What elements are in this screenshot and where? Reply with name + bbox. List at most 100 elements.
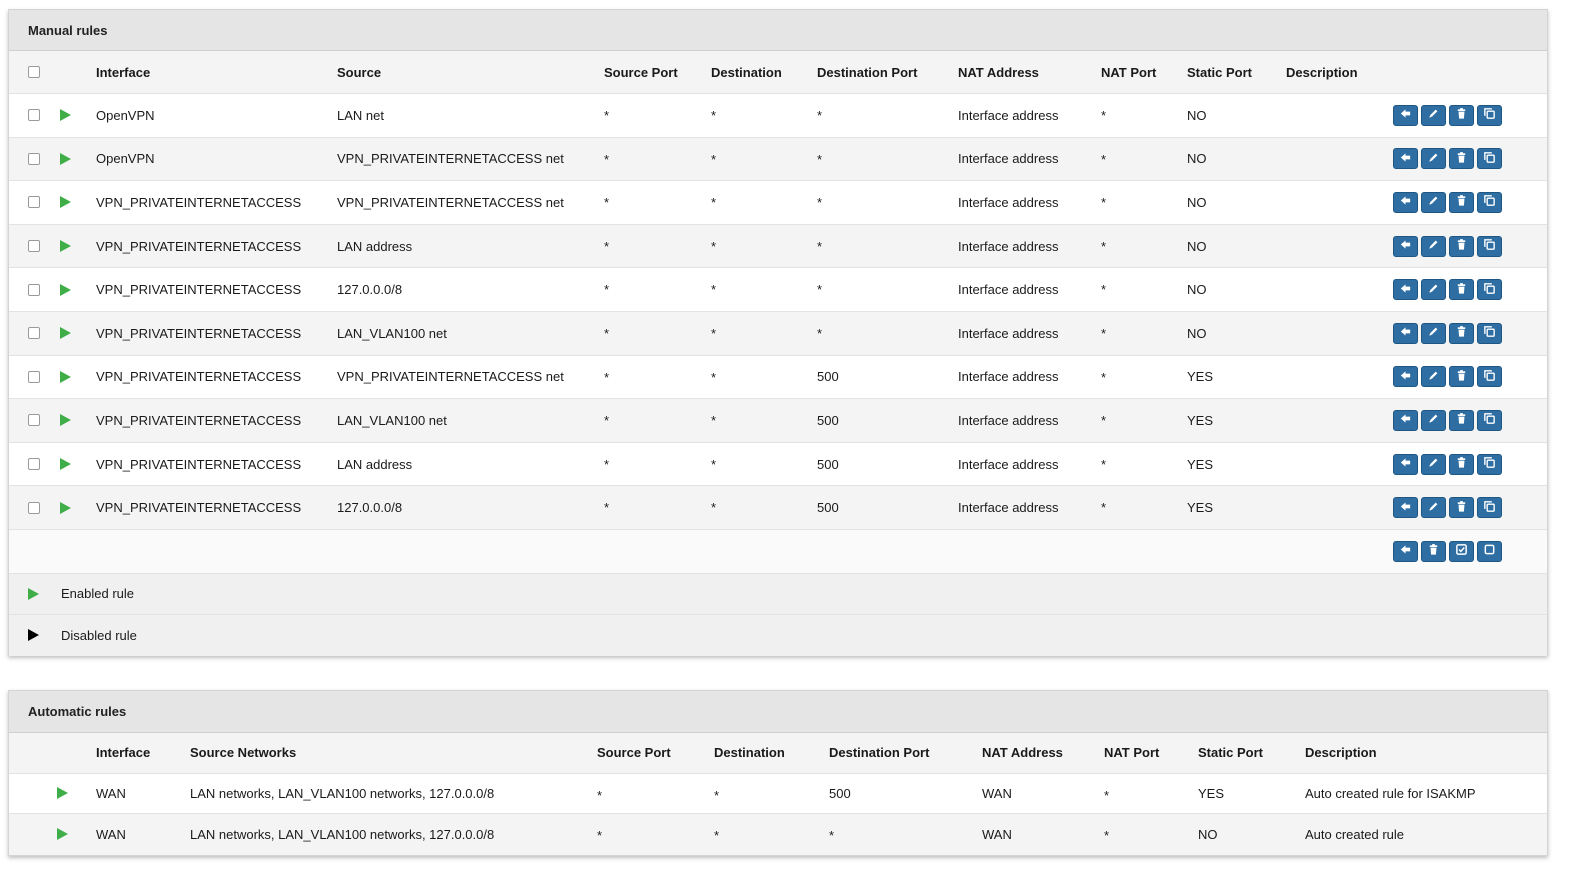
manual-rule-row[interactable]: VPN_PRIVATEINTERNETACCESS 127.0.0.0/8 * * 50…	[9, 486, 1547, 530]
delete-rule-button[interactable]	[1449, 279, 1474, 301]
auto-col-source-port[interactable]: Source Port	[597, 733, 671, 773]
row-checkbox[interactable]	[28, 414, 40, 427]
toggle-rule-icon[interactable]	[60, 240, 71, 253]
manual-rule-row[interactable]: VPN_PRIVATEINTERNETACCESS VPN_PRIVATEINTE…	[9, 181, 1547, 225]
move-rule-button[interactable]	[1393, 497, 1418, 519]
toggle-rule-icon[interactable]	[60, 327, 71, 340]
row-checkbox[interactable]	[28, 501, 40, 514]
delete-rule-button[interactable]	[1449, 409, 1474, 431]
cell-source: 127.0.0.0/8	[337, 282, 403, 298]
cell-destination-port: 500	[817, 456, 839, 472]
clone-rule-button[interactable]	[1477, 497, 1502, 519]
auto-col-nat-address[interactable]: NAT Address	[982, 733, 1063, 773]
bulk-disable-button[interactable]	[1477, 540, 1502, 562]
delete-rule-button[interactable]	[1449, 104, 1474, 126]
toggle-rule-icon[interactable]	[60, 196, 71, 209]
delete-rule-button[interactable]	[1449, 322, 1474, 344]
bulk-move-button[interactable]	[1393, 540, 1418, 562]
col-description[interactable]: Description	[1286, 51, 1358, 93]
bulk-delete-button[interactable]	[1421, 540, 1446, 562]
move-rule-button[interactable]	[1393, 366, 1418, 388]
edit-rule-button[interactable]	[1421, 279, 1446, 301]
cell-nat-address: Interface address	[958, 500, 1059, 516]
auto-col-destination-port[interactable]: Destination Port	[829, 733, 929, 773]
edit-rule-button[interactable]	[1421, 148, 1446, 170]
auto-col-nat-port[interactable]: NAT Port	[1104, 733, 1159, 773]
toggle-rule-icon[interactable]	[60, 501, 71, 514]
move-rule-button[interactable]	[1393, 148, 1418, 170]
clone-rule-button[interactable]	[1477, 366, 1502, 388]
row-checkbox[interactable]	[28, 283, 40, 296]
clone-rule-button[interactable]	[1477, 104, 1502, 126]
manual-rule-row[interactable]: VPN_PRIVATEINTERNETACCESS VPN_PRIVATEINTE…	[9, 355, 1547, 400]
edit-rule-button[interactable]	[1421, 235, 1446, 257]
col-source[interactable]: Source	[337, 51, 381, 93]
auto-col-static-port[interactable]: Static Port	[1198, 733, 1263, 773]
clone-rule-button[interactable]	[1477, 409, 1502, 431]
edit-rule-button[interactable]	[1421, 104, 1446, 126]
select-all-checkbox[interactable]	[28, 66, 40, 78]
move-rule-button[interactable]	[1393, 235, 1418, 257]
col-destination[interactable]: Destination	[711, 51, 782, 93]
move-rule-button[interactable]	[1393, 191, 1418, 213]
clone-rule-button[interactable]	[1477, 191, 1502, 213]
row-checkbox[interactable]	[28, 109, 40, 122]
move-rule-button[interactable]	[1393, 322, 1418, 344]
clone-icon	[1483, 369, 1496, 385]
auto-col-destination[interactable]: Destination	[714, 733, 785, 773]
col-interface[interactable]: Interface	[96, 51, 150, 93]
clone-rule-button[interactable]	[1477, 148, 1502, 170]
col-destination-port[interactable]: Destination Port	[817, 51, 917, 93]
row-checkbox[interactable]	[28, 370, 40, 383]
edit-rule-button[interactable]	[1421, 322, 1446, 344]
delete-rule-button[interactable]	[1449, 148, 1474, 170]
edit-rule-button[interactable]	[1421, 409, 1446, 431]
col-static-port[interactable]: Static Port	[1187, 51, 1252, 93]
edit-rule-button[interactable]	[1421, 497, 1446, 519]
auto-col-description[interactable]: Description	[1305, 733, 1377, 773]
row-checkbox[interactable]	[28, 327, 40, 340]
move-rule-button[interactable]	[1393, 279, 1418, 301]
col-source-port[interactable]: Source Port	[604, 51, 678, 93]
manual-rule-row[interactable]: OpenVPN LAN net * * * Interface address * NO	[9, 94, 1547, 138]
toggle-rule-icon[interactable]	[60, 109, 71, 122]
row-checkbox[interactable]	[28, 240, 40, 253]
row-checkbox[interactable]	[28, 196, 40, 209]
manual-rule-row[interactable]: VPN_PRIVATEINTERNETACCESS LAN_VLAN100 net…	[9, 311, 1547, 356]
edit-rule-button[interactable]	[1421, 453, 1446, 475]
trash-icon	[1455, 369, 1468, 385]
row-checkbox[interactable]	[28, 152, 40, 165]
toggle-rule-icon[interactable]	[60, 458, 71, 471]
toggle-rule-icon[interactable]	[60, 414, 71, 427]
auto-col-source-networks[interactable]: Source Networks	[190, 733, 296, 773]
manual-rule-row[interactable]: VPN_PRIVATEINTERNETACCESS 127.0.0.0/8 * * * I…	[9, 268, 1547, 312]
row-checkbox[interactable]	[28, 458, 40, 471]
manual-rule-row[interactable]: OpenVPN VPN_PRIVATEINTERNETACCESS net * * * I…	[9, 137, 1547, 182]
toggle-rule-icon[interactable]	[60, 370, 71, 383]
manual-rule-row[interactable]: VPN_PRIVATEINTERNETACCESS LAN address * * 50…	[9, 442, 1547, 487]
clone-rule-button[interactable]	[1477, 322, 1502, 344]
move-rule-button[interactable]	[1393, 104, 1418, 126]
manual-rule-row[interactable]: VPN_PRIVATEINTERNETACCESS LAN_VLAN100 net…	[9, 399, 1547, 443]
delete-rule-button[interactable]	[1449, 366, 1474, 388]
col-nat-port[interactable]: NAT Port	[1101, 51, 1156, 93]
col-nat-address[interactable]: NAT Address	[958, 51, 1039, 93]
delete-rule-button[interactable]	[1449, 453, 1474, 475]
edit-rule-button[interactable]	[1421, 191, 1446, 213]
delete-rule-button[interactable]	[1449, 497, 1474, 519]
toggle-rule-icon[interactable]	[60, 152, 71, 165]
arrow-left-icon	[1399, 412, 1412, 428]
clone-rule-button[interactable]	[1477, 453, 1502, 475]
delete-rule-button[interactable]	[1449, 235, 1474, 257]
move-rule-button[interactable]	[1393, 453, 1418, 475]
enabled-rule-icon	[28, 587, 39, 600]
manual-rule-row[interactable]: VPN_PRIVATEINTERNETACCESS LAN address * * * I…	[9, 224, 1547, 269]
clone-rule-button[interactable]	[1477, 235, 1502, 257]
delete-rule-button[interactable]	[1449, 191, 1474, 213]
auto-col-interface[interactable]: Interface	[96, 733, 150, 773]
edit-rule-button[interactable]	[1421, 366, 1446, 388]
clone-rule-button[interactable]	[1477, 279, 1502, 301]
move-rule-button[interactable]	[1393, 409, 1418, 431]
toggle-rule-icon[interactable]	[60, 283, 71, 296]
bulk-enable-button[interactable]	[1449, 540, 1474, 562]
